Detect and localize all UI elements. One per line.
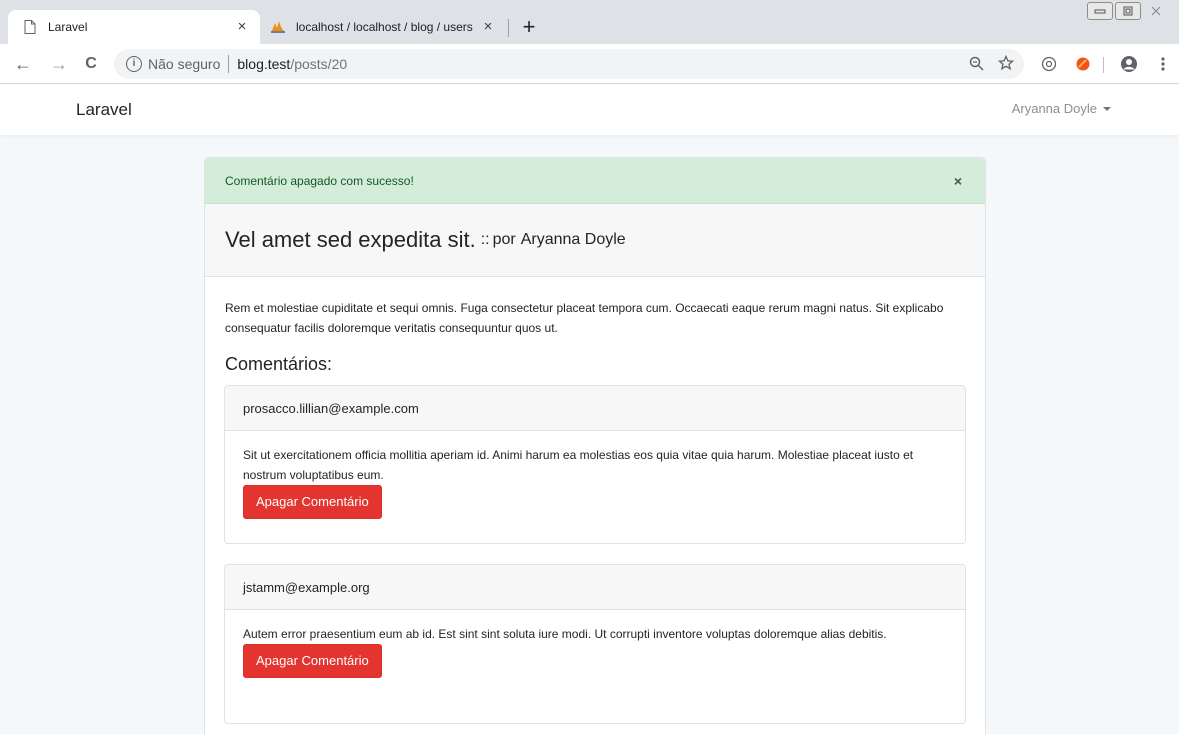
comment-card: jstamm@example.org Autem error praesenti…	[224, 564, 966, 724]
address-bar[interactable]: i Não seguro blog.test/posts/20	[114, 49, 1024, 79]
post-title-separator: ::	[480, 231, 490, 248]
omnibox-actions	[969, 54, 1015, 75]
window-controls	[1087, 2, 1169, 20]
comment-text: Sit ut exercitationem officia mollitia a…	[243, 448, 914, 482]
extension-orange-icon[interactable]	[1074, 55, 1092, 73]
caret-down-icon	[1103, 106, 1111, 111]
user-name: Aryanna Doyle	[1011, 101, 1097, 116]
post-title: Vel amet sed expedita sit.	[225, 227, 476, 252]
browser-tabstrip: Laravel × localhost / localhost / blog /…	[0, 0, 1179, 44]
alert-close-icon[interactable]: ×	[951, 173, 965, 189]
security-label: Não seguro	[148, 56, 221, 72]
delete-comment-button[interactable]: Apagar Comentário	[243, 485, 382, 519]
tab-separator	[508, 19, 509, 37]
brand-link[interactable]: Laravel	[76, 100, 132, 120]
comment-author-email: prosacco.lillian@example.com	[225, 386, 965, 431]
close-window-button[interactable]	[1143, 2, 1169, 20]
url-host: blog.test	[237, 56, 291, 72]
user-dropdown[interactable]: Aryanna Doyle	[1012, 101, 1111, 116]
post-by-label: por	[492, 231, 516, 248]
maximize-button[interactable]	[1115, 2, 1141, 20]
comment-text: Autem error praesentium eum ab id. Est s…	[243, 627, 887, 641]
tab-close-icon[interactable]: ×	[480, 19, 496, 35]
tab-close-icon[interactable]: ×	[234, 19, 250, 35]
phpmyadmin-icon	[270, 19, 286, 35]
url-path: /posts/20	[290, 56, 348, 72]
post-card: Comentário apagado com sucesso! × Vel am…	[204, 157, 986, 734]
new-tab-button[interactable]: +	[518, 16, 540, 39]
page-icon	[22, 19, 38, 35]
minimize-button[interactable]	[1087, 2, 1113, 20]
post-header: Vel amet sed expedita sit. :: por Aryann…	[205, 204, 985, 277]
post-author: Aryanna Doyle	[520, 231, 626, 248]
comment-body: Sit ut exercitationem officia mollitia a…	[225, 431, 965, 519]
back-button[interactable]: ←	[12, 53, 34, 75]
alert-message: Comentário apagado com sucesso!	[225, 173, 414, 188]
bookmark-star-icon[interactable]	[997, 54, 1015, 75]
zoom-icon[interactable]	[969, 56, 984, 75]
comments-heading: Comentários:	[225, 354, 333, 374]
post-body: Rem et molestiae cupiditate et sequi omn…	[225, 301, 944, 335]
tab-title: localhost / localhost / blog / users	[296, 20, 473, 34]
success-alert: Comentário apagado com sucesso! ×	[205, 158, 985, 204]
url-separator	[228, 55, 230, 73]
comment-body: Autem error praesentium eum ab id. Est s…	[225, 610, 965, 678]
profile-icon[interactable]	[1120, 55, 1138, 73]
info-icon[interactable]: i	[126, 56, 142, 72]
comment-author-email: jstamm@example.org	[225, 565, 965, 610]
delete-comment-button[interactable]: Apagar Comentário	[243, 644, 382, 678]
forward-button[interactable]: →	[48, 53, 70, 75]
browser-tab-phpmyadmin[interactable]: localhost / localhost / blog / users ×	[262, 10, 506, 44]
reload-button[interactable]: C	[80, 53, 102, 75]
toolbar-divider	[1103, 57, 1104, 73]
tab-title: Laravel	[48, 20, 88, 34]
app-navbar: Laravel Aryanna Doyle	[0, 85, 1179, 135]
browser-tab-laravel[interactable]: Laravel ×	[8, 10, 260, 44]
menu-kebab-icon[interactable]	[1154, 55, 1172, 73]
browser-toolbar: ← → C i Não seguro blog.test/posts/20	[0, 44, 1179, 84]
comment-card: prosacco.lillian@example.com Sit ut exer…	[224, 385, 966, 544]
extension-icon[interactable]	[1040, 55, 1058, 73]
